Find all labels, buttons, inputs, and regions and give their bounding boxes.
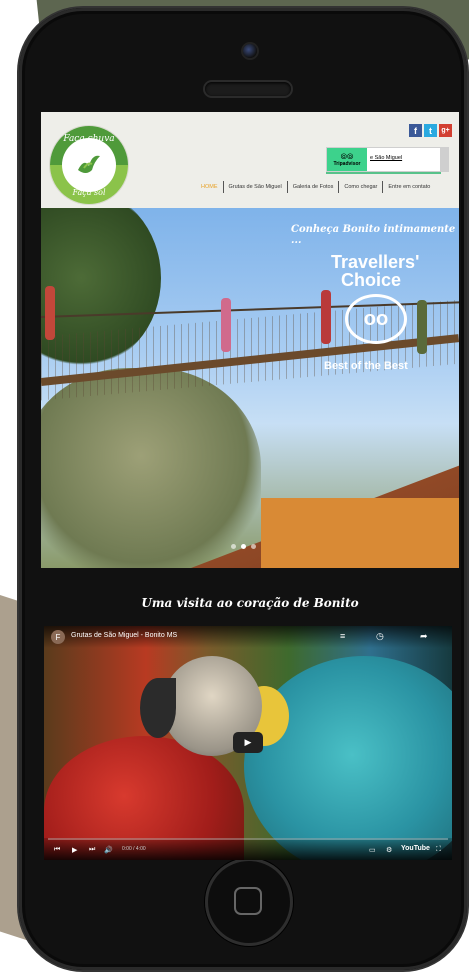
nav-item-galeria[interactable]: Galeria de Fotos xyxy=(286,181,339,193)
hero-slider[interactable]: Conheça Bonito intimamente ... Traveller… xyxy=(41,208,459,568)
speaker-grille xyxy=(205,82,291,96)
slider-dot[interactable] xyxy=(251,544,256,549)
main-navigation: HOME Grutas de São Miguel Galeria de Fot… xyxy=(196,177,435,197)
tripadvisor-underline xyxy=(326,172,441,174)
hero-person xyxy=(221,298,231,352)
section-title: Uma visita ao coração de Bonito xyxy=(141,596,359,610)
tripadvisor-owl-icon: ⦾⦾ xyxy=(340,151,354,161)
tripadvisor-link[interactable]: e São Miguel xyxy=(370,155,402,161)
video-thumbnail-beak xyxy=(140,678,176,738)
tripadvisor-owl-icon: oo xyxy=(345,294,407,344)
fullscreen-icon[interactable]: ⛶ xyxy=(436,846,441,854)
nav-item-grutas[interactable]: Grutas de São Miguel xyxy=(222,181,287,193)
hero-tagline: Conheça Bonito intimamente ... xyxy=(291,224,456,246)
video-thumbnail-blue-parrot xyxy=(244,656,452,860)
twitter-icon[interactable]: t xyxy=(424,124,437,137)
channel-avatar[interactable]: F xyxy=(51,630,65,644)
tripadvisor-badge: ⦾⦾ Tripadvisor xyxy=(327,148,367,171)
slider-dot-active[interactable] xyxy=(241,544,246,549)
award-subtitle: Best of the Best xyxy=(324,360,408,372)
settings-gear-icon[interactable]: ⚙ xyxy=(386,846,392,854)
logo-top-text: Faça chuva xyxy=(63,134,115,144)
watch-later-icon[interactable]: ◷ xyxy=(376,631,384,642)
video-section: Uma visita ao coração de Bonito F Grutas… xyxy=(41,568,459,860)
tripadvisor-scrollbar[interactable] xyxy=(441,147,449,172)
slider-dot[interactable] xyxy=(231,544,236,549)
hero-person xyxy=(417,300,427,354)
facebook-icon[interactable]: f xyxy=(409,124,422,137)
logo-bird-icon xyxy=(62,138,116,192)
nav-item-como-chegar[interactable]: Como chegar xyxy=(338,181,382,193)
tripadvisor-brand: Tripadvisor xyxy=(333,160,361,167)
site-header: Faça chuva Faça sol f t g+ ⦾⦾ Tripadviso… xyxy=(41,112,459,208)
video-time: 0:00 / 4:00 xyxy=(122,846,146,852)
hero-person xyxy=(45,286,55,340)
youtube-logo[interactable]: YouTube xyxy=(401,845,430,852)
playlist-icon[interactable]: ≡ xyxy=(340,631,345,641)
play-button[interactable]: ▶ xyxy=(233,732,263,753)
video-progress-bar[interactable] xyxy=(48,838,448,840)
nav-item-home[interactable]: HOME xyxy=(196,181,223,193)
award-title-line2: Choice xyxy=(341,270,402,290)
play-icon[interactable]: ▶ xyxy=(72,846,77,854)
camera-icon xyxy=(243,44,257,58)
previous-icon[interactable]: ⏮ xyxy=(54,846,60,854)
youtube-video-player[interactable]: F Grutas de São Miguel - Bonito MS ≡ ◷ ➦… xyxy=(44,626,452,860)
site-logo[interactable]: Faça chuva Faça sol xyxy=(50,126,128,204)
hero-person xyxy=(321,290,331,344)
hero-cabin xyxy=(261,498,459,568)
nav-item-contato[interactable]: Entre em contato xyxy=(382,181,435,193)
tripadvisor-widget[interactable]: ⦾⦾ Tripadvisor e São Miguel xyxy=(326,147,441,172)
slider-dots xyxy=(231,544,256,549)
googleplus-icon[interactable]: g+ xyxy=(439,124,452,137)
next-icon[interactable]: ⏭ xyxy=(89,846,95,854)
phone-screen: Faça chuva Faça sol f t g+ ⦾⦾ Tripadviso… xyxy=(41,112,459,860)
logo-bottom-text: Faça sol xyxy=(72,188,106,197)
share-icon[interactable]: ➦ xyxy=(420,631,428,642)
video-title[interactable]: Grutas de São Miguel - Bonito MS xyxy=(71,632,177,639)
social-links: f t g+ xyxy=(409,124,452,137)
hero-tree-lower xyxy=(41,368,261,568)
volume-icon[interactable]: 🔊 xyxy=(104,846,113,854)
home-square-icon xyxy=(234,887,262,915)
captions-icon[interactable]: ▭ xyxy=(369,846,376,854)
